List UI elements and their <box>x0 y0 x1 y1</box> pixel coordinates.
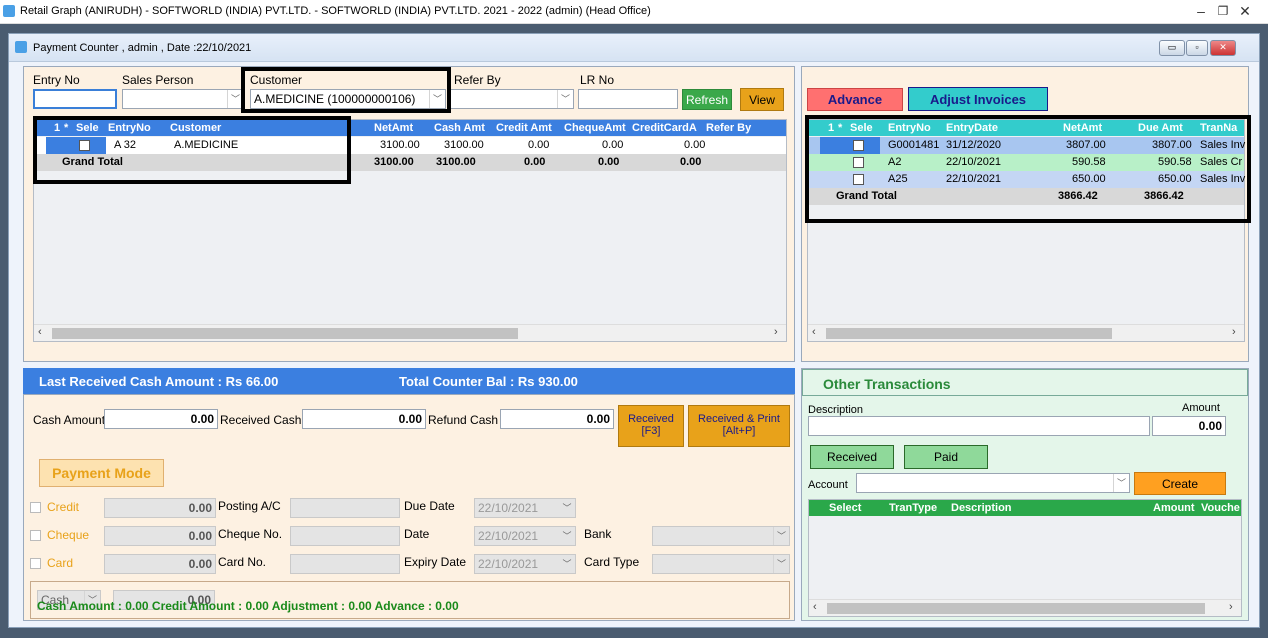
other-grid-header: Select TranType Description Amount Vouch… <box>809 500 1241 516</box>
entry-no-label: Entry No <box>33 73 80 87</box>
payment-panel: Cash Amount 0.00 Received Cash 0.00 Refu… <box>23 394 795 621</box>
paid-button[interactable]: Paid <box>904 445 988 469</box>
scroll-right-icon[interactable]: › <box>1232 326 1236 338</box>
window-title: Retail Graph (ANIRUDH) - SOFTWORLD (INDI… <box>20 5 651 17</box>
app-icon <box>3 5 15 17</box>
summary-bar: Last Received Cash Amount : Rs 66.00 Tot… <box>23 368 795 394</box>
scroll-thumb[interactable] <box>827 603 1205 614</box>
chevron-down-icon: ﹀ <box>559 527 575 545</box>
highlight-left-grid <box>33 116 351 184</box>
window-titlebar: Retail Graph (ANIRUDH) - SOFTWORLD (INDI… <box>0 0 1268 24</box>
expiry-date-label: Expiry Date <box>404 555 467 569</box>
account-label: Account <box>808 479 848 491</box>
refund-cash-label: Refund Cash <box>428 413 499 427</box>
bank-label: Bank <box>584 527 612 541</box>
scroll-left-icon[interactable]: ‹ <box>813 601 817 613</box>
form-titlebar: Payment Counter , admin , Date :22/10/20… <box>9 34 1259 62</box>
due-date-label: Due Date <box>404 499 455 513</box>
card-checkbox[interactable] <box>30 558 41 569</box>
refer-by-label: Refer By <box>454 73 501 87</box>
scroll-right-icon[interactable]: › <box>1229 601 1233 613</box>
cheque-label: Cheque <box>47 528 90 542</box>
payment-mode-title: Payment Mode <box>39 459 164 487</box>
chevron-down-icon: ﹀ <box>773 527 789 545</box>
counter-balance-text: Total Counter Bal : Rs 930.00 <box>399 374 578 389</box>
highlight-customer <box>241 67 451 113</box>
card-no-input[interactable] <box>290 554 400 574</box>
cheque-checkbox[interactable] <box>30 530 41 541</box>
card-type-select[interactable]: ﹀ <box>652 554 790 574</box>
scroll-left-icon[interactable]: ‹ <box>812 326 816 338</box>
expiry-date-picker[interactable]: 22/10/2021 ﹀ <box>474 554 576 574</box>
payment-counter-window: Payment Counter , admin , Date :22/10/20… <box>8 33 1260 628</box>
form-title: Payment Counter , admin , Date :22/10/20… <box>33 42 252 54</box>
scroll-right-icon[interactable]: › <box>774 326 778 338</box>
view-button[interactable]: View <box>740 88 784 111</box>
chevron-down-icon: ﹀ <box>559 555 575 573</box>
scroll-thumb[interactable] <box>826 328 1112 339</box>
totals-footer: Cash Amount : 0.00 Credit Amount : 0.00 … <box>37 599 459 613</box>
other-transactions-grid: Select TranType Description Amount Vouch… <box>808 499 1242 617</box>
cash-amount-label: Cash Amount <box>33 413 106 427</box>
cheque-date-picker[interactable]: 22/10/2021 ﹀ <box>474 526 576 546</box>
adjust-invoices-button[interactable]: Adjust Invoices <box>908 87 1048 111</box>
chevron-down-icon: ﹀ <box>1113 474 1129 492</box>
sales-person-select[interactable]: ﹀ <box>122 89 244 109</box>
form-close-button[interactable]: ✕ <box>1210 40 1236 56</box>
refund-cash-input[interactable]: 0.00 <box>500 409 614 429</box>
entries-grid-scrollbar[interactable]: ‹ › <box>34 324 786 341</box>
other-transactions-title: Other Transactions <box>823 376 951 392</box>
received-cash-input[interactable]: 0.00 <box>302 409 426 429</box>
cheque-no-input[interactable] <box>290 526 400 546</box>
lr-no-input[interactable] <box>578 89 678 109</box>
form-icon <box>15 41 27 53</box>
chevron-down-icon: ﹀ <box>557 90 573 108</box>
amount-label: Amount <box>1182 402 1220 414</box>
card-label: Card <box>47 556 74 570</box>
chevron-down-icon: ﹀ <box>773 555 789 573</box>
credit-amount-input[interactable]: 0.00 <box>104 498 216 518</box>
scroll-left-icon[interactable]: ‹ <box>38 326 42 338</box>
amount-input[interactable]: 0.00 <box>1152 416 1226 436</box>
credit-checkbox[interactable] <box>30 502 41 513</box>
description-input[interactable] <box>808 416 1150 436</box>
scroll-thumb[interactable] <box>52 328 518 339</box>
lr-no-label: LR No <box>580 73 615 87</box>
card-type-label: Card Type <box>584 555 640 569</box>
sales-person-label: Sales Person <box>122 73 194 87</box>
chevron-down-icon: ﹀ <box>559 499 575 517</box>
last-received-text: Last Received Cash Amount : Rs 66.00 <box>39 374 279 389</box>
posting-ac-label: Posting A/C <box>218 499 281 513</box>
form-restore-button[interactable]: ▫ <box>1186 40 1208 56</box>
invoices-grid-scrollbar[interactable]: ‹ › <box>808 324 1244 341</box>
card-amount-input[interactable]: 0.00 <box>104 554 216 574</box>
other-transactions-panel: Other Transactions Description Amount 0.… <box>801 368 1249 621</box>
refer-by-select[interactable]: ﹀ <box>450 89 574 109</box>
bank-select[interactable]: ﹀ <box>652 526 790 546</box>
close-button[interactable]: ✕ <box>1222 0 1268 24</box>
highlight-right-grid <box>805 115 1251 223</box>
received-button[interactable]: Received [F3] <box>618 405 684 447</box>
create-button[interactable]: Create <box>1134 472 1226 495</box>
received-cash-label: Received Cash <box>220 413 302 427</box>
received-print-button[interactable]: Received & Print [Alt+P] <box>688 405 790 447</box>
cheque-amount-input[interactable]: 0.00 <box>104 526 216 546</box>
cheque-no-label: Cheque No. <box>218 527 283 541</box>
date-label: Date <box>404 527 430 541</box>
cash-amount-input[interactable]: 0.00 <box>104 409 218 429</box>
received-other-button[interactable]: Received <box>810 445 894 469</box>
account-select[interactable]: ﹀ <box>856 473 1130 493</box>
description-label: Description <box>808 404 864 416</box>
desktop-area: Payment Counter , admin , Date :22/10/20… <box>0 24 1268 638</box>
posting-ac-input[interactable] <box>290 498 400 518</box>
credit-label: Credit <box>47 500 80 514</box>
form-minimize-button[interactable]: ▭ <box>1159 40 1185 56</box>
other-transactions-header: Other Transactions <box>802 369 1248 396</box>
refresh-button[interactable]: Refresh <box>682 89 732 110</box>
due-date-picker[interactable]: 22/10/2021 ﹀ <box>474 498 576 518</box>
advance-button[interactable]: Advance <box>807 88 903 111</box>
entry-no-input[interactable] <box>33 89 117 109</box>
other-grid-scrollbar[interactable]: ‹ › <box>809 599 1241 616</box>
card-no-label: Card No. <box>218 555 267 569</box>
